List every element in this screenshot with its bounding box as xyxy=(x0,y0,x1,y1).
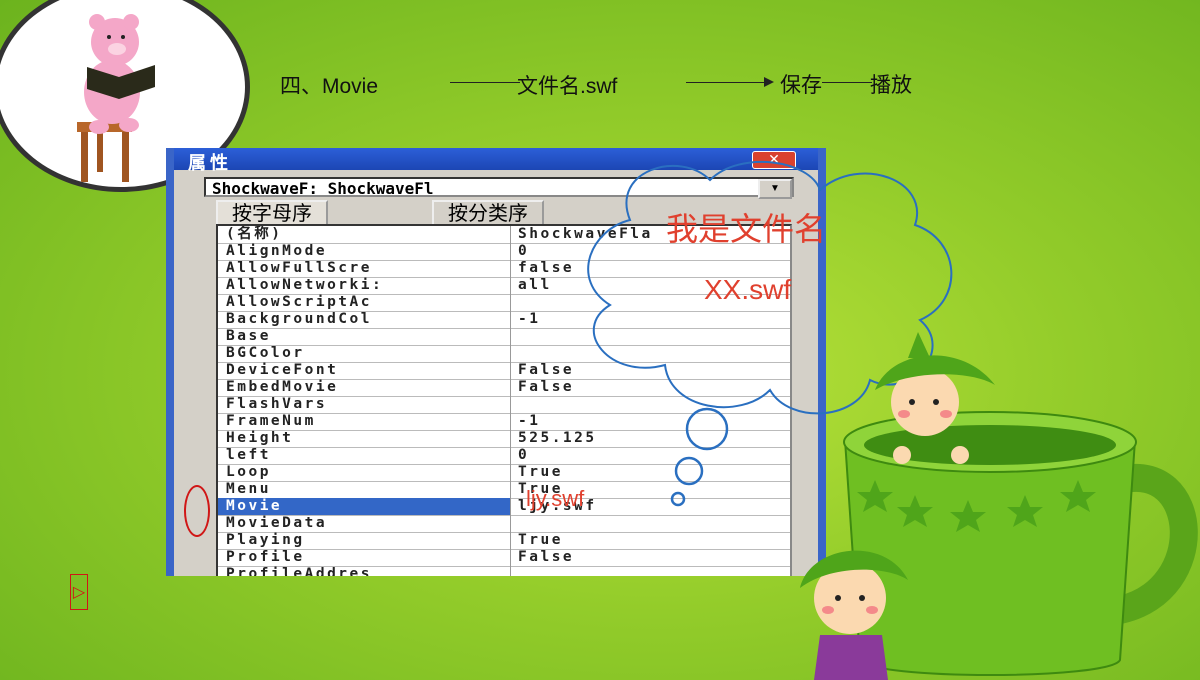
property-name: Playing xyxy=(226,532,305,548)
connector-line xyxy=(450,82,520,83)
column-divider xyxy=(510,515,511,532)
property-row-profile[interactable]: Profile False xyxy=(218,549,790,567)
column-divider xyxy=(510,481,511,498)
column-divider xyxy=(510,311,511,328)
column-divider xyxy=(510,328,511,345)
property-row-playing[interactable]: Playing True xyxy=(218,532,790,550)
tab-alphabetical[interactable]: 按字母序 xyxy=(216,200,328,226)
cloud-text-filename: 我是文件名 xyxy=(666,211,827,247)
property-name: Height xyxy=(226,430,294,446)
column-divider xyxy=(510,566,511,576)
property-name: BackgroundCol xyxy=(226,311,372,327)
highlight-oval xyxy=(184,485,210,537)
arrow-line xyxy=(686,82,770,83)
property-name: Loop xyxy=(226,464,271,480)
column-divider xyxy=(510,396,511,413)
movie-value-annotation: ljy.swf xyxy=(526,486,585,511)
arrow-right-icon xyxy=(764,77,774,87)
property-name: left xyxy=(226,447,271,463)
property-row-profileaddres[interactable]: ProfileAddres xyxy=(218,566,790,576)
play-button[interactable]: ▷ xyxy=(70,574,88,610)
property-name: MovieData xyxy=(226,515,328,531)
property-name: Menu xyxy=(226,481,271,497)
property-name: Movie xyxy=(218,498,510,515)
bubble-small xyxy=(670,491,686,507)
property-name: EmbedMovie xyxy=(226,379,339,395)
column-divider xyxy=(510,277,511,294)
property-name: Profile xyxy=(226,549,305,565)
column-divider xyxy=(510,464,511,481)
property-name: AlignMode xyxy=(226,243,328,259)
column-divider xyxy=(510,294,511,311)
bubble-large xyxy=(685,407,729,451)
step-heading: 四、Movie xyxy=(280,75,379,98)
column-divider xyxy=(510,498,511,515)
property-name: FrameNum xyxy=(226,413,316,429)
tab-categorized[interactable]: 按分类序 xyxy=(432,200,544,226)
column-divider xyxy=(510,260,511,277)
property-name: Base xyxy=(226,328,271,344)
column-divider xyxy=(510,226,511,243)
property-name: ProfileAddres xyxy=(226,566,372,576)
bubble-medium xyxy=(674,456,704,486)
column-divider xyxy=(510,379,511,396)
mug-illustration xyxy=(800,332,1198,680)
property-name: AllowScriptAc xyxy=(226,294,372,310)
property-value[interactable]: True xyxy=(518,532,790,549)
property-name: AllowFullScre xyxy=(226,260,372,276)
save-label: 保存 xyxy=(780,74,822,97)
column-divider xyxy=(510,362,511,379)
play-label: 播放 xyxy=(870,74,912,97)
column-divider xyxy=(510,345,511,362)
property-name: (名称) xyxy=(226,226,283,242)
property-value[interactable]: False xyxy=(518,549,790,566)
column-divider xyxy=(510,532,511,549)
property-name: FlashVars xyxy=(226,396,328,412)
property-name: DeviceFont xyxy=(226,362,339,378)
column-divider xyxy=(510,430,511,447)
property-name: BGColor xyxy=(226,345,305,361)
column-divider xyxy=(510,243,511,260)
column-divider xyxy=(510,413,511,430)
cloud-text-xx-swf: XX.swf xyxy=(704,274,792,305)
window-title: 属性 xyxy=(188,153,232,173)
column-divider xyxy=(510,447,511,464)
filename-label: 文件名.swf xyxy=(517,75,618,98)
connector-line xyxy=(822,82,872,83)
property-name: AllowNetworki: xyxy=(226,277,384,293)
column-divider xyxy=(510,549,511,566)
